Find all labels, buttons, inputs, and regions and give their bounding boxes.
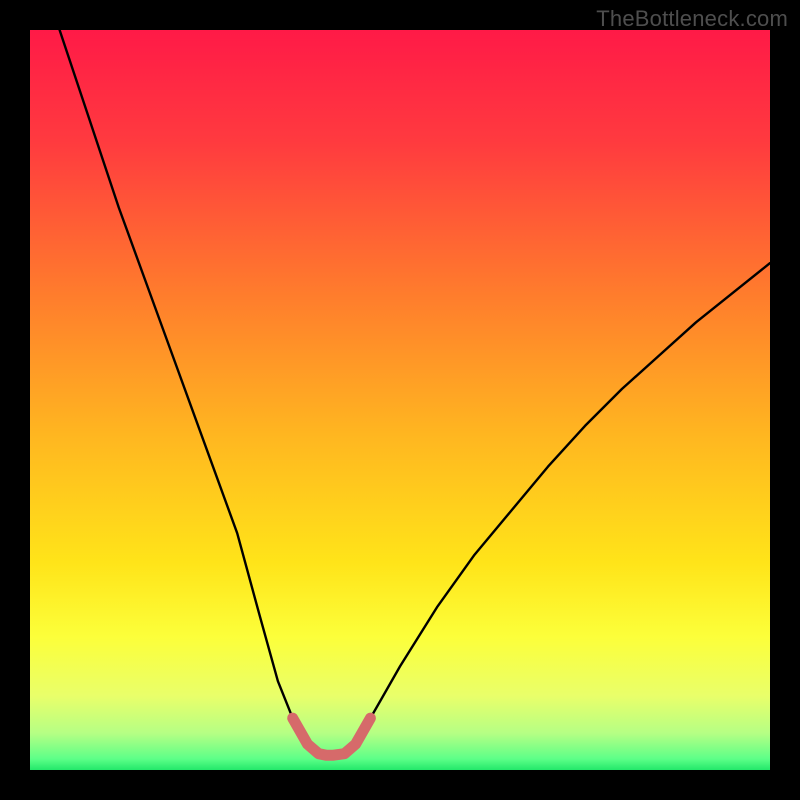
plot-area <box>30 30 770 770</box>
valley-highlight <box>293 718 371 755</box>
bottleneck-curve <box>60 30 770 755</box>
watermark-text: TheBottleneck.com <box>596 6 788 32</box>
chart-frame: TheBottleneck.com <box>0 0 800 800</box>
curve-layer <box>30 30 770 770</box>
